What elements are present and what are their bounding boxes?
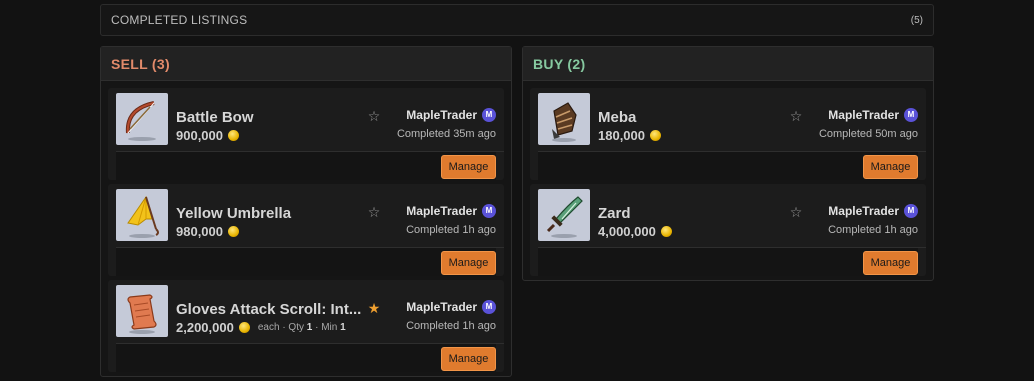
seller: MapleTrader M [828,108,918,122]
manage-button[interactable]: Manage [441,251,496,275]
card-footer [116,152,496,180]
seller-name[interactable]: MapleTrader [406,300,477,314]
completed-time: Completed 35m ago [396,128,496,140]
price-line: 900,000 [176,128,239,143]
card-footer [538,152,918,180]
merchant-badge-icon: M [904,108,918,122]
merchant-badge-icon: M [904,204,918,218]
completed-time: Completed 1h ago [406,320,496,332]
price-line: 4,000,000 [598,224,672,239]
price-line: 2,200,000 each · Qty 1 · Min 1 [176,320,346,335]
favorite-star-icon[interactable]: ☆ [789,205,803,219]
listing-card: Zard 4,000,000 ☆ MapleTrader M Completed… [530,184,926,276]
bow-icon [116,93,168,145]
completed-time: Completed 1h ago [828,224,918,236]
completed-listings-header: COMPLETED LISTINGS (5) [100,4,934,36]
qty-value: 1 [306,322,313,333]
card-footer [538,248,918,276]
seller: MapleTrader M [406,108,496,122]
coin-icon [238,322,250,333]
item-name: Zard [598,205,631,222]
sell-panel: SELL (3) Battle Bow 900,000 ☆ MapleTrade… [100,46,512,377]
item-name: Battle Bow [176,109,254,126]
listing-card: Yellow Umbrella 980,000 ☆ MapleTrader M … [108,184,504,276]
price-line: 180,000 [598,128,661,143]
seller: MapleTrader M [406,204,496,218]
item-price: 900,000 [176,128,223,143]
buy-panel-title: BUY (2) [523,47,933,81]
seller-name[interactable]: MapleTrader [406,108,477,122]
favorite-star-icon[interactable]: ☆ [367,205,381,219]
listing-card: Gloves Attack Scroll: Int... 2,200,000 e… [108,280,504,372]
listing-card: Meba 180,000 ☆ MapleTrader M Completed 5… [530,88,926,180]
min-label: · Min [315,322,338,333]
seller-name[interactable]: MapleTrader [828,108,899,122]
qty-label: · Qty [282,322,304,333]
merchant-badge-icon: M [482,300,496,314]
merchant-badge-icon: M [482,108,496,122]
card-footer [116,344,496,372]
item-name: Gloves Attack Scroll: Int... [176,301,362,318]
favorite-star-icon[interactable]: ★ [367,301,381,315]
umbrella-icon [116,189,168,241]
item-price: 2,200,000 [176,320,234,335]
price-line: 980,000 [176,224,239,239]
item-price: 4,000,000 [598,224,656,239]
favorite-star-icon[interactable]: ☆ [789,109,803,123]
min-value: 1 [340,322,346,333]
price-details: each · Qty 1 · Min 1 [258,322,346,333]
coin-icon [650,130,661,141]
card-footer [116,248,496,276]
item-price: 980,000 [176,224,223,239]
buy-panel: BUY (2) Meba 180,000 ☆ MapleTrader M Com… [522,46,934,281]
seller: MapleTrader M [406,300,496,314]
manage-button[interactable]: Manage [441,155,496,179]
coin-icon [228,130,239,141]
manage-button[interactable]: Manage [863,251,918,275]
glove-icon [538,93,590,145]
completed-time: Completed 1h ago [406,224,496,236]
item-name: Meba [598,109,637,126]
favorite-star-icon[interactable]: ☆ [367,109,381,123]
coin-icon [228,226,239,237]
seller-name[interactable]: MapleTrader [828,204,899,218]
item-name: Yellow Umbrella [176,205,292,222]
listings-count: (5) [910,14,923,26]
scroll-icon [116,285,168,337]
manage-button[interactable]: Manage [863,155,918,179]
merchant-badge-icon: M [482,204,496,218]
manage-button[interactable]: Manage [441,347,496,371]
seller: MapleTrader M [828,204,918,218]
sword-icon [538,189,590,241]
seller-name[interactable]: MapleTrader [406,204,477,218]
coin-icon [660,226,672,237]
each-label: each [257,322,280,333]
item-price: 180,000 [598,128,645,143]
listing-card: Battle Bow 900,000 ☆ MapleTrader M Compl… [108,88,504,180]
sell-panel-title: SELL (3) [101,47,511,81]
section-title: COMPLETED LISTINGS [111,13,248,27]
completed-time: Completed 50m ago [818,128,918,140]
